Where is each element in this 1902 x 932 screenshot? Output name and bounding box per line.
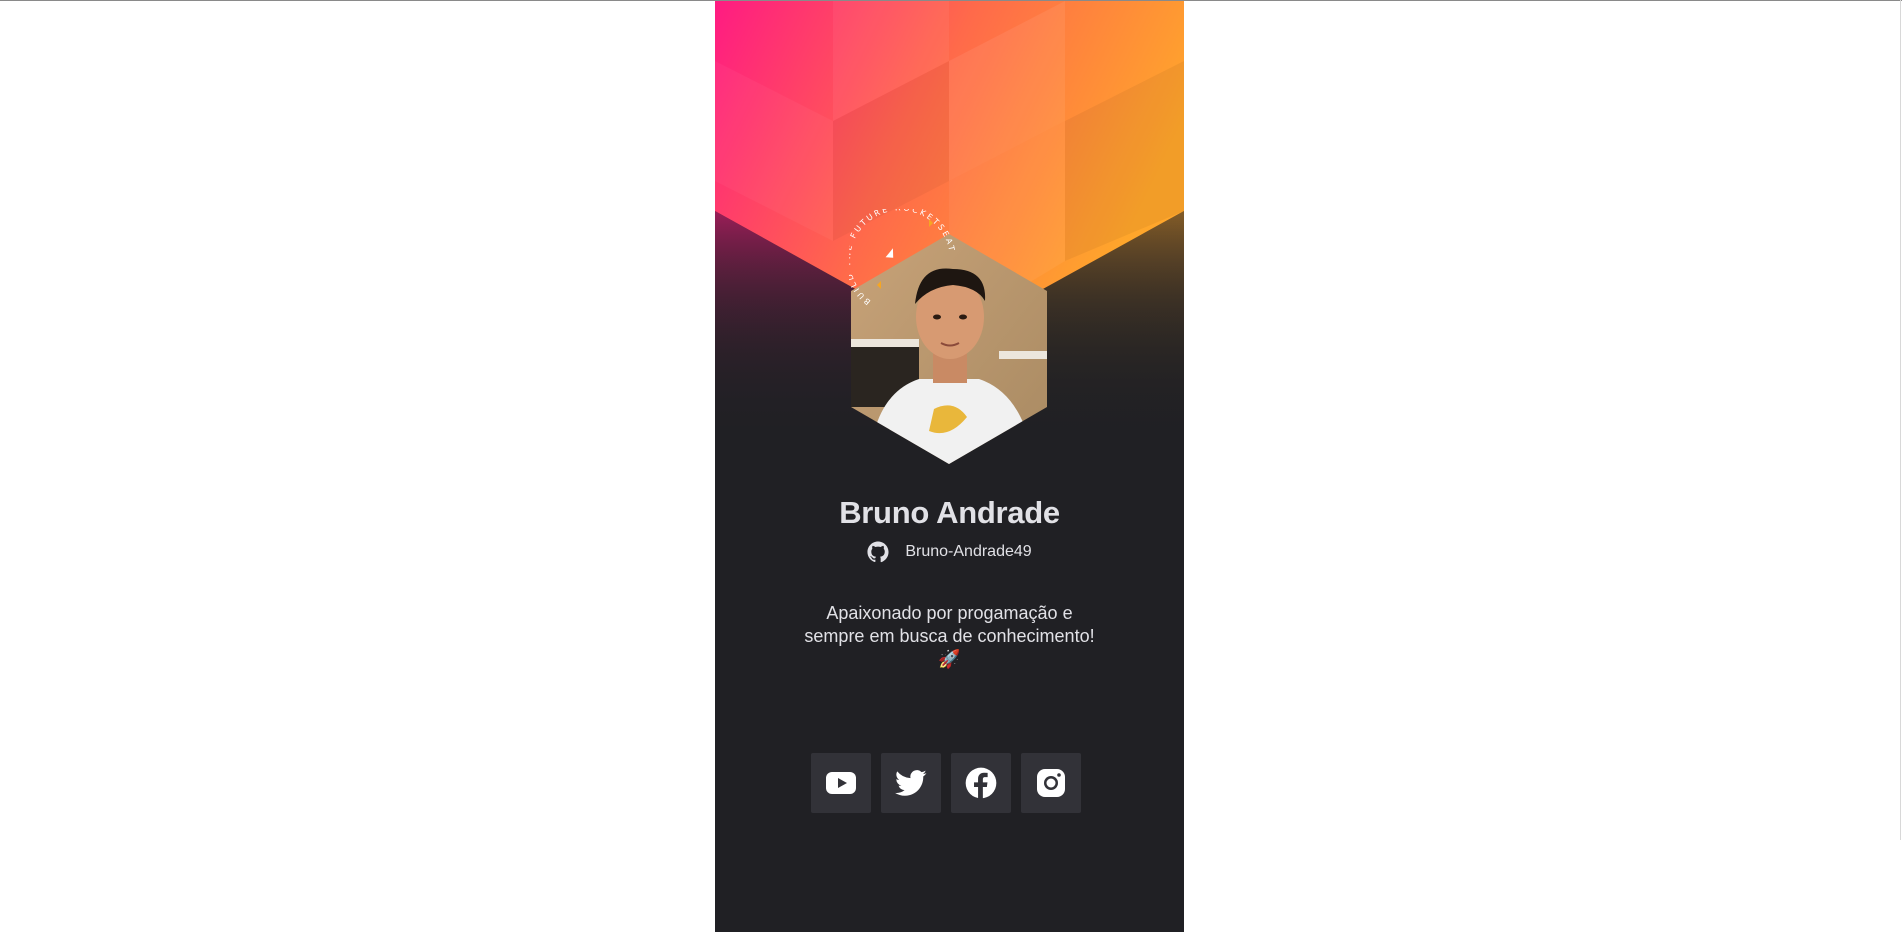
bio-line: sempre em busca de conhecimento! xyxy=(804,626,1095,646)
profile-name: Bruno Andrade xyxy=(839,495,1060,530)
youtube-icon xyxy=(826,772,856,794)
twitter-icon xyxy=(895,770,927,796)
profile-card: BUILD THE FUTURE ROCKETSEAT Bruno Andrad… xyxy=(715,1,1184,932)
instagram-button[interactable] xyxy=(1021,753,1081,813)
facebook-icon xyxy=(965,767,997,799)
facebook-button[interactable] xyxy=(951,753,1011,813)
github-icon xyxy=(867,541,889,563)
twitter-button[interactable] xyxy=(881,753,941,813)
youtube-button[interactable] xyxy=(811,753,871,813)
scrollbar-track[interactable] xyxy=(1900,0,1901,840)
bio-line: Apaixonado por progamação e xyxy=(826,603,1073,623)
github-username[interactable]: Bruno-Andrade49 xyxy=(905,543,1031,561)
rocket-emoji: 🚀 xyxy=(938,649,961,669)
github-link[interactable]: Bruno-Andrade49 xyxy=(715,541,1184,563)
social-links xyxy=(811,753,1081,813)
bio: Apaixonado por progamação e sempre em bu… xyxy=(715,602,1184,671)
avatar: BUILD THE FUTURE ROCKETSEAT xyxy=(849,209,1049,464)
instagram-icon xyxy=(1037,769,1065,797)
